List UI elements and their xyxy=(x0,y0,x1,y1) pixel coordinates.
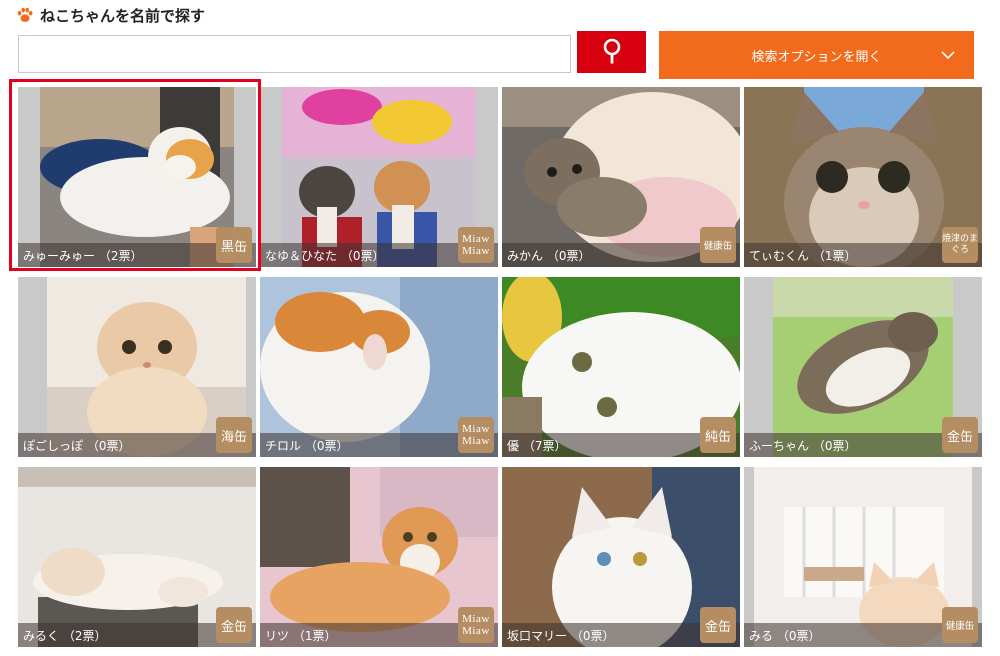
food-badge: 海缶 xyxy=(216,417,252,453)
search-options-button[interactable]: 検索オプションを開く xyxy=(659,31,974,79)
cat-card[interactable]: チロル （0票） Miaw Miaw xyxy=(260,277,498,457)
cat-name: みゅーみゅー （2票） xyxy=(23,249,143,263)
cat-name: みかん （0票） xyxy=(507,249,591,263)
cat-name: みる （0票） xyxy=(749,629,821,643)
food-badge: Miaw Miaw xyxy=(458,227,494,263)
cat-card[interactable]: なゆ＆ひなた （0票） Miaw Miaw xyxy=(260,87,498,267)
page-title-text: ねこちゃんを名前で探す xyxy=(40,6,206,25)
food-badge: 金缶 xyxy=(700,607,736,643)
cat-card[interactable]: てぃむくん （1票） 焼津のまぐろ xyxy=(744,87,982,267)
cat-photo xyxy=(40,87,234,267)
food-badge: 金缶 xyxy=(216,607,252,643)
food-badge: 金缶 xyxy=(942,417,978,453)
search-options-label: 検索オプションを開く xyxy=(751,49,882,65)
food-badge: Miaw Miaw xyxy=(458,607,494,643)
cat-photo xyxy=(754,467,972,647)
search-button[interactable] xyxy=(577,31,646,73)
food-badge: 健康缶 xyxy=(700,227,736,263)
cat-name: ぽごしっぽ （0票） xyxy=(23,439,131,453)
search-icon xyxy=(603,38,620,64)
cat-card[interactable]: 優 （7票） 純缶 xyxy=(502,277,740,457)
food-badge: 純缶 xyxy=(700,417,736,453)
cat-name: 坂口マリー （0票） xyxy=(507,629,615,643)
paw-icon xyxy=(17,7,33,22)
cat-name: なゆ＆ひなた （0票） xyxy=(265,249,385,263)
cat-name: チロル （0票） xyxy=(265,439,349,453)
food-badge: 黒缶 xyxy=(216,227,252,263)
cat-card[interactable]: リツ （1票） Miaw Miaw xyxy=(260,467,498,647)
page-title: ねこちゃんを名前で探す xyxy=(16,4,205,26)
cat-photo xyxy=(282,87,476,267)
cat-name: 優 （7票） xyxy=(507,439,567,453)
cat-name: てぃむくん （1票） xyxy=(749,249,857,263)
chevron-down-icon xyxy=(941,51,955,60)
food-badge: Miaw Miaw xyxy=(458,417,494,453)
cat-card[interactable]: みかん （0票） 健康缶 xyxy=(502,87,740,267)
cat-card[interactable]: みるく （2票） 金缶 xyxy=(18,467,256,647)
cat-card[interactable]: みゅーみゅー （2票） 黒缶 xyxy=(18,87,256,267)
cat-card[interactable]: ふーちゃん （0票） 金缶 xyxy=(744,277,982,457)
cat-photo xyxy=(773,277,953,457)
search-input[interactable] xyxy=(18,35,571,73)
food-badge: 健康缶 xyxy=(942,607,978,643)
cat-card[interactable]: みる （0票） 健康缶 xyxy=(744,467,982,647)
cat-card[interactable]: 坂口マリー （0票） 金缶 xyxy=(502,467,740,647)
cat-name: リツ （1票） xyxy=(265,629,337,643)
cat-card[interactable]: ぽごしっぽ （0票） 海缶 xyxy=(18,277,256,457)
food-badge: 焼津のまぐろ xyxy=(942,227,978,263)
cat-name: ふーちゃん （0票） xyxy=(749,439,857,453)
cat-name: みるく （2票） xyxy=(23,629,107,643)
